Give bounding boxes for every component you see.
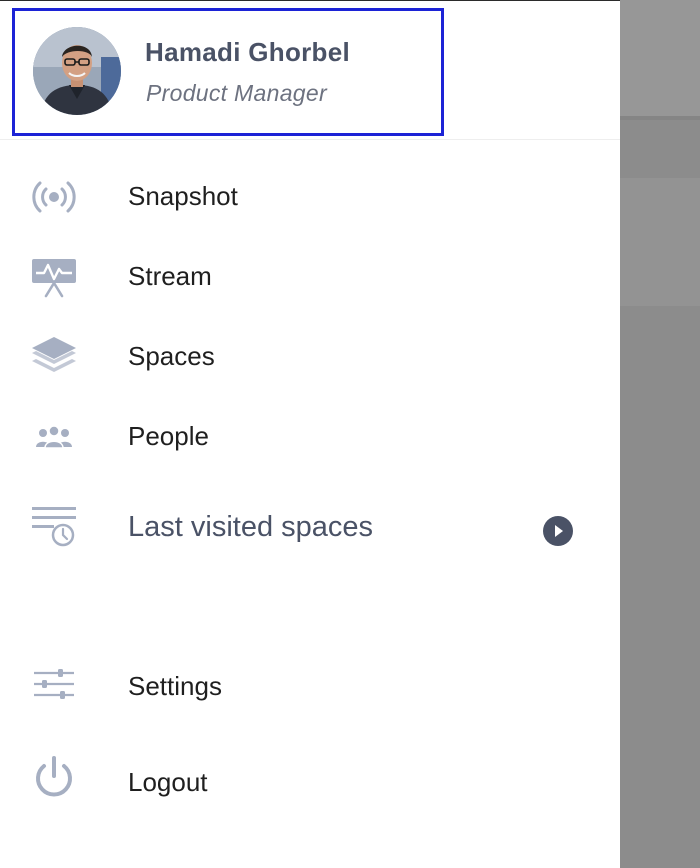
menu-item-label: Settings xyxy=(128,671,222,701)
activity-stream-icon xyxy=(30,253,78,301)
avatar-photo xyxy=(33,27,121,115)
menu-item-label: Last visited spaces xyxy=(128,511,374,543)
recent-list-clock-icon xyxy=(30,503,78,551)
navigation-drawer: Hamadi Ghorbel Product Manager Snapshot … xyxy=(0,0,620,868)
layers-icon xyxy=(30,333,78,381)
menu-item-spaces[interactable]: Spaces xyxy=(0,325,620,389)
menu-item-label: Logout xyxy=(128,767,208,797)
profile-header[interactable]: Hamadi Ghorbel Product Manager xyxy=(12,8,444,136)
menu-item-label: Snapshot xyxy=(128,181,238,211)
profile-role: Product Manager xyxy=(146,80,327,106)
profile-name: Hamadi Ghorbel xyxy=(145,37,351,67)
play-circle-icon[interactable] xyxy=(543,516,573,546)
menu-item-settings[interactable]: Settings xyxy=(0,653,620,717)
menu-item-snapshot[interactable]: Snapshot xyxy=(0,165,620,229)
avatar[interactable] xyxy=(33,27,121,115)
power-icon xyxy=(30,753,78,801)
menu-item-logout[interactable]: Logout xyxy=(0,749,620,813)
menu-item-label: Spaces xyxy=(128,341,215,371)
broadcast-icon xyxy=(30,173,78,221)
menu-item-label: Stream xyxy=(128,261,212,291)
dimmed-app-background[interactable] xyxy=(620,0,700,868)
background-header-band xyxy=(620,0,700,120)
profile-divider xyxy=(0,139,620,140)
background-content-band xyxy=(620,178,700,306)
menu-item-stream[interactable]: Stream xyxy=(0,245,620,309)
people-icon xyxy=(30,413,78,461)
sliders-icon xyxy=(30,661,78,709)
menu-item-people[interactable]: People xyxy=(0,405,620,469)
menu-item-last-visited-spaces[interactable]: Last visited spaces xyxy=(0,495,620,559)
menu-item-label: People xyxy=(128,421,209,451)
